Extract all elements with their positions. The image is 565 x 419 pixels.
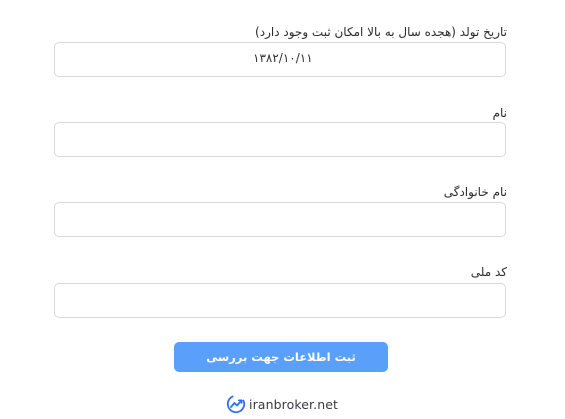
national-code-label: کد ملی xyxy=(470,265,507,279)
first-name-label: نام xyxy=(492,106,507,120)
last-name-label: نام خانوادگی xyxy=(443,185,507,199)
national-code-input[interactable] xyxy=(55,284,505,317)
brand-logo: iranbroker.net xyxy=(226,394,338,414)
birth-date-field-box xyxy=(54,42,506,77)
first-name-input[interactable] xyxy=(55,123,505,156)
birth-date-label: تاریخ تولد (هجده سال به بالا امکان ثبت و… xyxy=(255,25,507,39)
last-name-input[interactable] xyxy=(55,203,505,236)
last-name-field-box xyxy=(54,202,506,237)
birth-date-input[interactable] xyxy=(55,43,505,76)
national-code-field-box xyxy=(54,283,506,318)
submit-button[interactable]: ثبت اطلاعات جهت بررسی xyxy=(174,342,388,372)
first-name-field-box xyxy=(54,122,506,157)
iranbroker-logo-icon xyxy=(226,394,246,414)
registration-form: تاریخ تولد (هجده سال به بالا امکان ثبت و… xyxy=(0,0,565,419)
brand-text: iranbroker.net xyxy=(249,396,339,412)
